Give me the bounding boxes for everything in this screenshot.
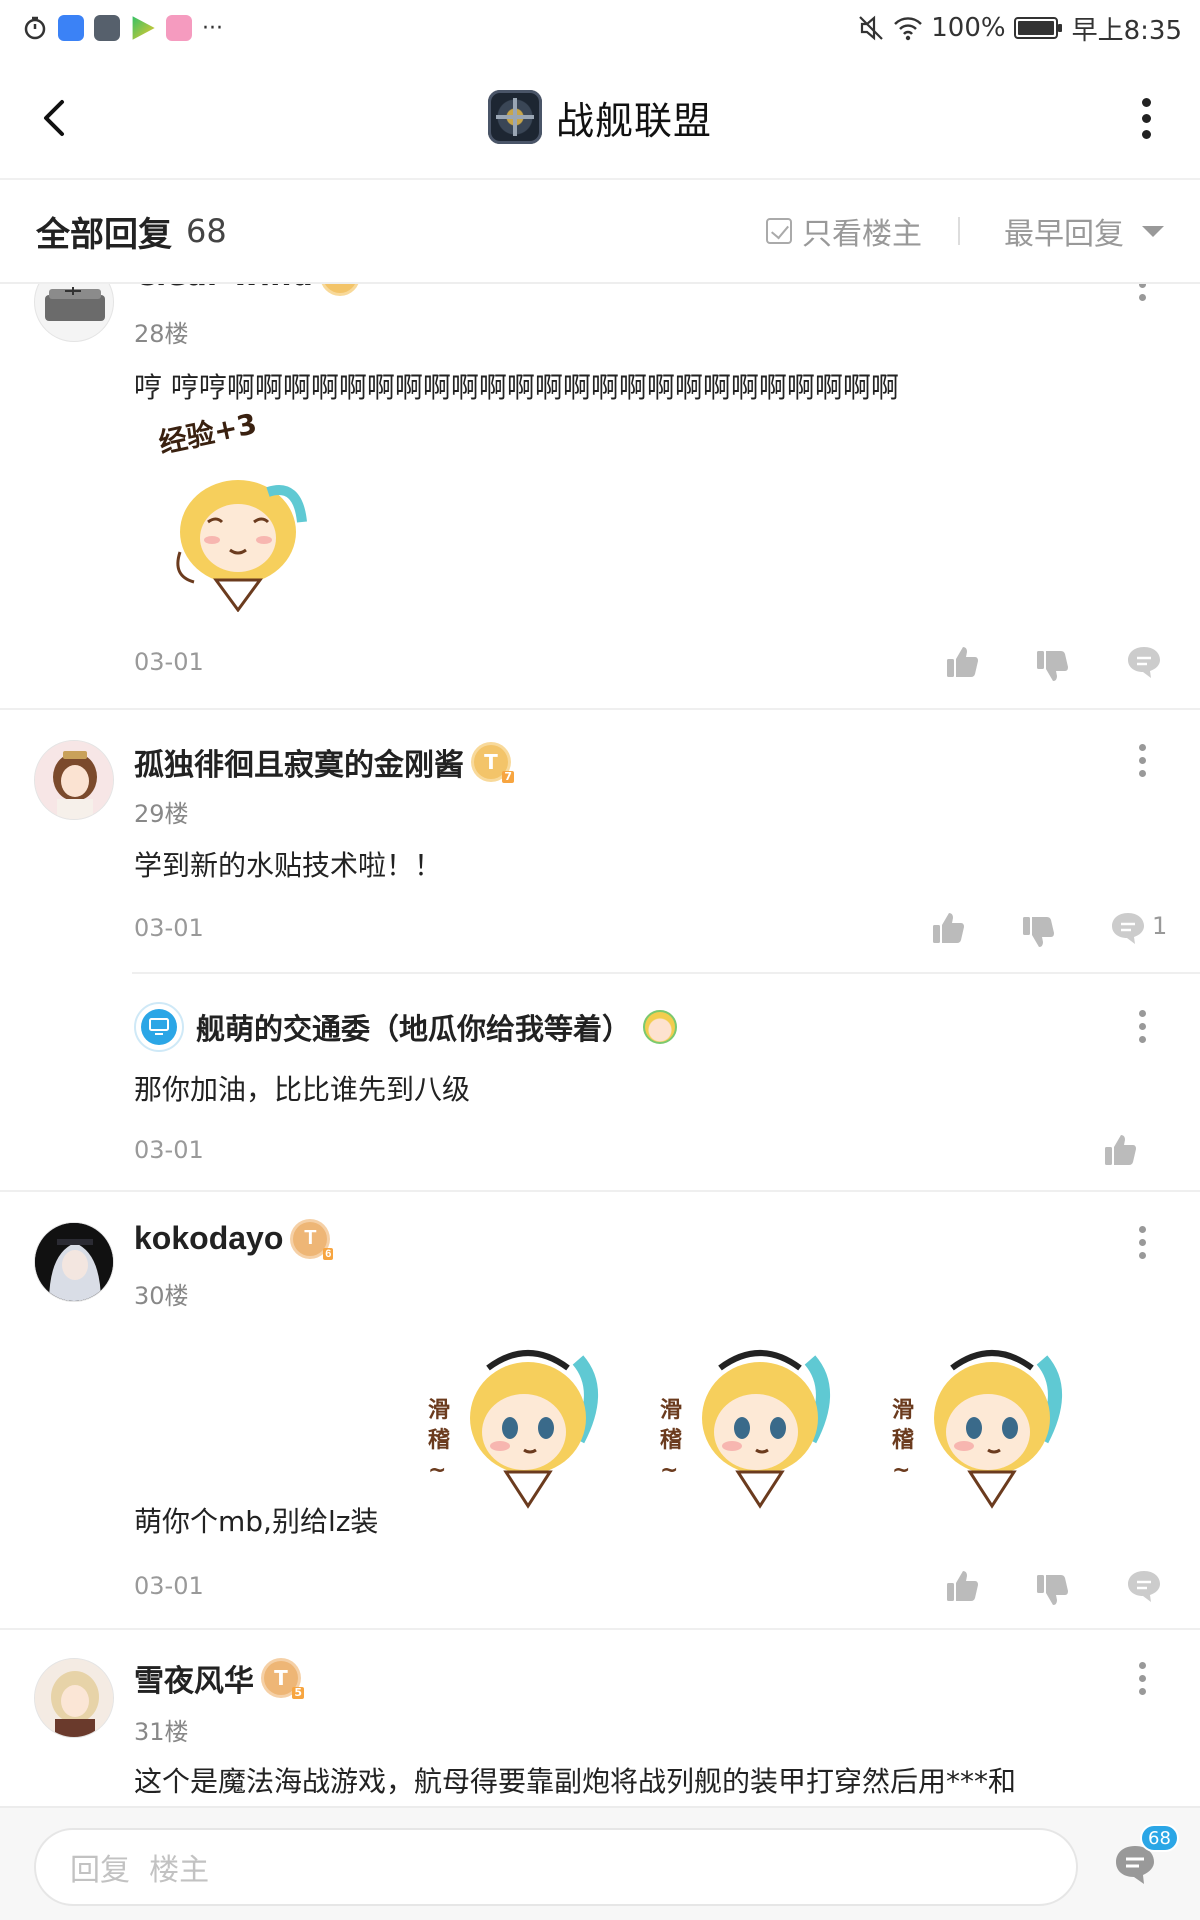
mute-icon: [859, 15, 884, 41]
chevron-left-icon: [44, 100, 64, 136]
sticker-caption: 滑稽~: [892, 1398, 915, 1483]
page-title: 战舰联盟: [555, 98, 712, 143]
comment-button[interactable]: [1124, 642, 1164, 682]
reply-placeholder: 回复 楼主: [70, 1853, 210, 1888]
status-bar: ··· 100% 早上8:35: [0, 0, 1200, 56]
comments-button[interactable]: 68: [1112, 1824, 1179, 1894]
thumbs-up-icon: [947, 647, 978, 677]
thumbs-down-icon: [1023, 917, 1054, 947]
comment-count: 1: [1152, 912, 1168, 940]
reply-text: 哼 哼哼啊啊啊啊啊啊啊啊啊啊啊啊啊啊啊啊啊啊啊啊啊啊啊啊: [134, 371, 899, 404]
floor-number: 28楼: [134, 320, 189, 348]
post-more-button[interactable]: [1132, 740, 1152, 780]
post-more-button[interactable]: [1132, 284, 1152, 304]
sticker-image[interactable]: 滑稽~: [892, 1340, 1072, 1510]
clock: 早上8:35: [1071, 15, 1182, 46]
level-badge: T6: [293, 1221, 334, 1260]
only-op-checkbox[interactable]: [766, 218, 792, 244]
caret-down-icon[interactable]: [1142, 225, 1164, 237]
sub-reply-like-button[interactable]: [1100, 1130, 1140, 1170]
sub-reply-text: 那你加油，比比谁先到八级: [134, 1073, 471, 1106]
post-date: 03-01: [134, 914, 204, 942]
title-bar: 战舰联盟: [0, 56, 1200, 180]
sticker-caption: 滑稽~: [660, 1398, 683, 1483]
thumbs-down-icon: [1037, 651, 1068, 681]
sticker-image[interactable]: 经验+3: [150, 407, 330, 613]
sticker-image[interactable]: 滑稽~: [428, 1340, 608, 1510]
username[interactable]: 雪夜风华 T5: [134, 1656, 304, 1700]
floor-number: 31楼: [134, 1718, 189, 1746]
thumbs-up-icon: [933, 913, 964, 943]
post-date: 03-01: [134, 1572, 204, 1600]
thumbs-up-icon: [947, 1571, 978, 1601]
filter-divider: [958, 217, 960, 245]
sticker-image[interactable]: 滑稽~: [660, 1340, 840, 1510]
sub-reply-more-button[interactable]: [1132, 1006, 1152, 1046]
more-notifications: ···: [202, 15, 223, 41]
comment-bubble-icon: [1112, 913, 1144, 944]
all-replies-label: 全部回复: [36, 214, 172, 255]
anime-app-icon: [166, 15, 192, 41]
post-divider: [0, 708, 1200, 710]
level-badge: T: [322, 284, 357, 293]
game-app-icon: [94, 15, 120, 41]
avatar[interactable]: [34, 284, 114, 342]
shield-app-icon: [58, 15, 84, 41]
more-options-button[interactable]: [1120, 92, 1172, 144]
sub-reply-date: 03-01: [134, 1136, 204, 1164]
level-badge: T7: [474, 745, 514, 783]
avatar[interactable]: [34, 740, 114, 820]
sub-reply-user[interactable]: 舰萌的交通委（地瓜你给我等着）: [134, 1002, 678, 1052]
post-divider: [0, 1628, 1200, 1630]
thumbs-down-icon: [1037, 1575, 1068, 1605]
username[interactable]: kokodayo T6: [134, 1220, 334, 1260]
thumbs-up-icon: [1105, 1135, 1136, 1165]
reply-input[interactable]: 回复 楼主: [34, 1828, 1078, 1906]
reply-text: 这个是魔法海战游戏，航母得要靠副炮将战列舰的装甲打穿然后用***和: [134, 1765, 1017, 1798]
reply-count: 68: [186, 212, 227, 250]
sub-reply: 舰萌的交通委（地瓜你给我等着） 那你加油，比比谁先到八级 03-01: [0, 972, 1200, 1192]
comment-bubble-icon: [1128, 1571, 1160, 1602]
avatar[interactable]: [34, 1658, 114, 1738]
username[interactable]: 孤独徘徊且寂寞的金刚酱 T7: [134, 740, 514, 784]
video-app-icon: [132, 16, 155, 40]
comment-button[interactable]: [1124, 1566, 1164, 1606]
stopwatch-icon: [24, 16, 46, 40]
like-button[interactable]: [942, 642, 982, 682]
post-more-button[interactable]: [1132, 1658, 1152, 1698]
back-button[interactable]: [30, 92, 82, 144]
forum-logo-icon: [487, 90, 542, 144]
wifi-icon: [894, 17, 923, 41]
like-button[interactable]: [942, 1566, 982, 1606]
level-badge: T5: [264, 1661, 304, 1699]
username[interactable]: Clear wind T: [134, 284, 357, 293]
reply-list[interactable]: Clear wind T 28楼 哼 哼哼啊啊啊啊啊啊啊啊啊啊啊啊啊啊啊啊啊啊啊…: [0, 284, 1200, 1806]
sort-dropdown[interactable]: 最早回复: [1004, 209, 1124, 253]
dislike-button[interactable]: [1032, 1570, 1072, 1610]
comment-bubble-icon: [1128, 647, 1160, 678]
tv-avatar-icon: [134, 1002, 184, 1052]
post-divider: [0, 1190, 1200, 1192]
reply-text: 萌你个mb,别给lz装: [134, 1505, 379, 1538]
like-button[interactable]: [928, 908, 968, 948]
comment-count-badge: 68: [1140, 1824, 1179, 1852]
post-date: 03-01: [134, 648, 204, 676]
dislike-button[interactable]: [1032, 646, 1072, 686]
reply-text: 学到新的水贴技术啦！！: [134, 849, 443, 882]
post-more-button[interactable]: [1132, 1222, 1152, 1262]
sticker-caption: 滑稽~: [428, 1398, 451, 1483]
filter-bar: 全部回复 68 只看楼主 最早回复: [0, 180, 1200, 284]
floor-number: 30楼: [134, 1282, 189, 1310]
avatar[interactable]: [34, 1222, 114, 1302]
reply-bar: 回复 楼主 68: [0, 1806, 1200, 1920]
comment-button[interactable]: [1108, 908, 1148, 948]
dislike-button[interactable]: [1018, 912, 1058, 952]
floor-number: 29楼: [134, 800, 189, 828]
battery-percent: 100%: [931, 13, 1006, 43]
girl-emoji-icon: [643, 1010, 678, 1044]
battery-icon: [1013, 17, 1062, 39]
only-op-label[interactable]: 只看楼主: [802, 209, 922, 253]
